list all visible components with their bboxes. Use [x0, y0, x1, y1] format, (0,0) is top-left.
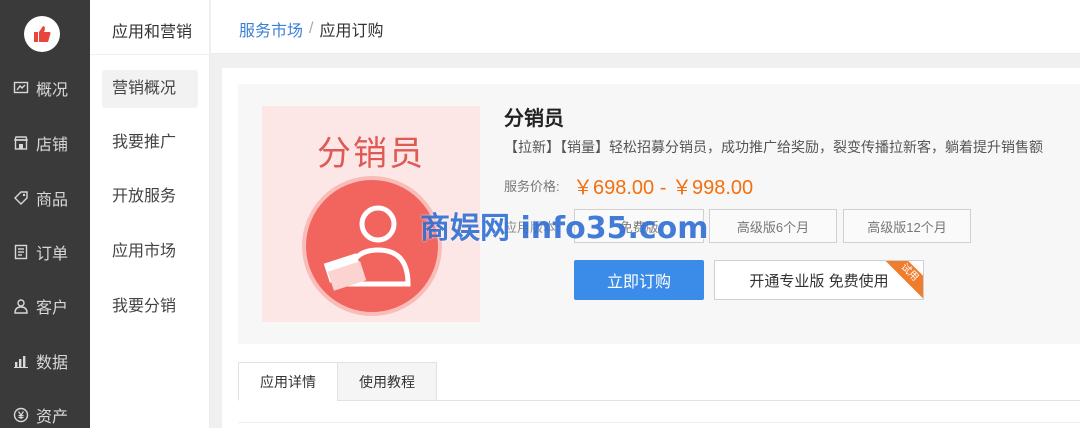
nav-item-label: 订单 — [36, 246, 69, 263]
watermark: 商娱网 info35.com — [420, 211, 709, 246]
breadcrumb: 服务市场 / 应用订购 — [239, 17, 383, 41]
subnav-item-promote[interactable]: 我要推广 — [102, 124, 198, 162]
nav-item-orders[interactable]: 订单 — [0, 230, 90, 274]
breadcrumb-current: 应用订购 — [319, 23, 384, 40]
person-icon — [323, 205, 411, 291]
subnav-item-distribution[interactable]: 我要分销 — [102, 288, 198, 326]
order-icon — [12, 243, 30, 261]
nav-item-label: 概况 — [36, 82, 69, 99]
price-value: ￥698.00 - ￥998.00 — [573, 177, 754, 199]
customer-icon — [12, 297, 30, 315]
nav-item-label: 客户 — [36, 300, 69, 317]
top-bar: 服务市场 / 应用订购 — [211, 0, 1080, 54]
product-name: 分销员 — [504, 108, 564, 130]
free-trial-button[interactable]: 开通专业版 免费使用 试用 — [714, 260, 924, 300]
price-label: 服务价格: — [504, 179, 560, 194]
subnav-item-open-service[interactable]: 开放服务 — [102, 178, 198, 216]
nav-item-assets[interactable]: 资产 — [0, 393, 90, 428]
yen-icon — [12, 406, 30, 424]
nav-item-label: 数据 — [36, 355, 69, 372]
breadcrumb-separator: / — [309, 20, 314, 37]
chart-icon — [12, 352, 30, 370]
main-nav: 概况 店铺 商品 订单 客户 数据 资产 — [0, 0, 90, 428]
product-description: 【拉新】【销量】轻松招募分销员，成功推广给奖励，裂变传播拉新客，躺着提升销售额 — [504, 139, 1043, 155]
overview-icon — [12, 79, 30, 97]
thumbs-up-icon — [34, 26, 51, 42]
subnav-item-app-market[interactable]: 应用市场 — [102, 233, 198, 271]
nav-item-label: 商品 — [36, 192, 69, 209]
nav-item-goods[interactable]: 商品 — [0, 176, 90, 220]
thumbnail-title: 分销员 — [317, 135, 425, 173]
tab-app-details[interactable]: 应用详情 — [238, 362, 338, 401]
nav-item-label: 店铺 — [36, 137, 69, 154]
details-panel — [238, 422, 1080, 428]
store-icon — [12, 134, 30, 152]
nav-item-data[interactable]: 数据 — [0, 339, 90, 383]
tab-tutorial[interactable]: 使用教程 — [337, 362, 437, 401]
nav-item-customers[interactable]: 客户 — [0, 284, 90, 328]
logo[interactable] — [24, 16, 60, 52]
buy-now-button[interactable]: 立即订购 — [574, 260, 704, 300]
version-option-12-months[interactable]: 高级版12个月 — [843, 209, 971, 243]
nav-item-label: 资产 — [36, 409, 69, 426]
nav-item-store[interactable]: 店铺 — [0, 121, 90, 165]
free-trial-label: 开通专业版 免费使用 — [749, 272, 889, 290]
subnav-item-marketing-overview[interactable]: 营销概况 — [102, 70, 198, 108]
subnav-title: 应用和营销 — [112, 24, 193, 41]
nav-item-overview[interactable]: 概况 — [0, 66, 90, 110]
breadcrumb-link-service-market[interactable]: 服务市场 — [239, 17, 303, 41]
divider — [90, 54, 210, 55]
secondary-nav: 应用和营销 营销概况 我要推广 开放服务 应用市场 我要分销 — [90, 0, 210, 428]
version-option-6-months[interactable]: 高级版6个月 — [709, 209, 837, 243]
tag-icon — [12, 189, 30, 207]
